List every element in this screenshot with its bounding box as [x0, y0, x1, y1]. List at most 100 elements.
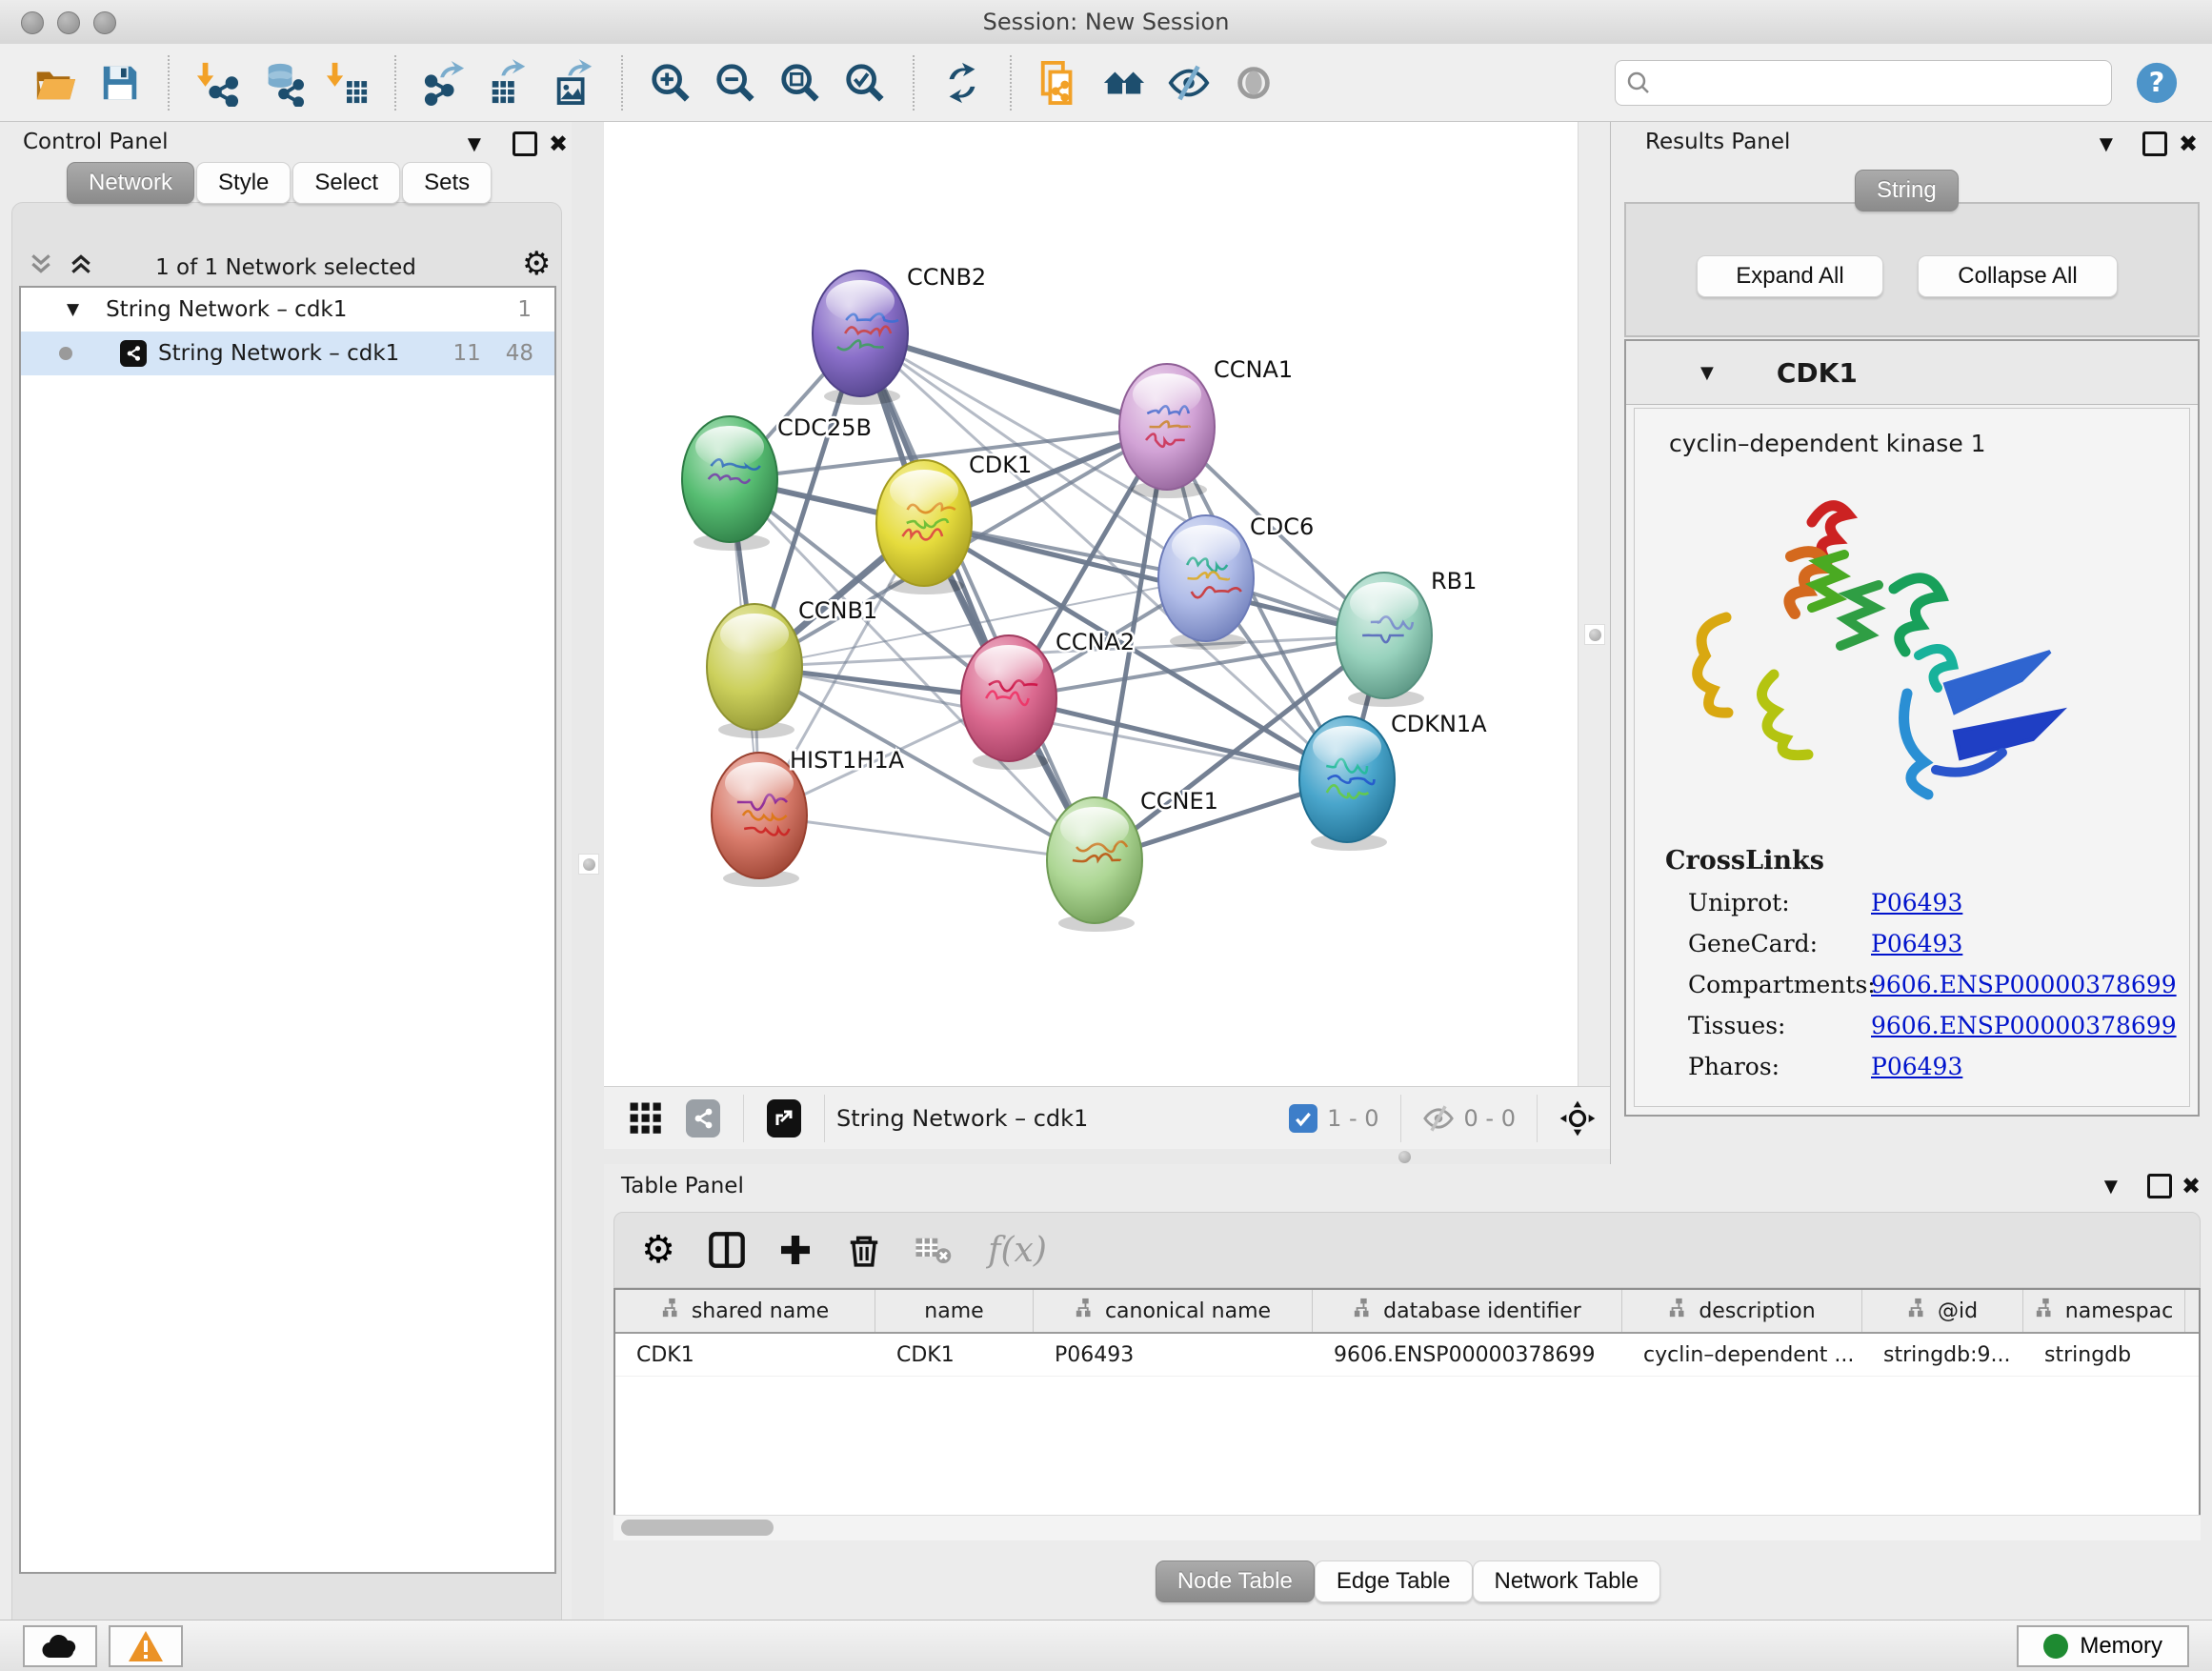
cloud-status-button[interactable] — [23, 1625, 97, 1667]
open-session-button[interactable] — [28, 53, 83, 112]
table-horizontal-scrollbar[interactable] — [613, 1515, 2201, 1540]
table-options-gear-button[interactable]: ⚙ — [632, 1223, 685, 1277]
delete-column-button[interactable] — [837, 1223, 891, 1277]
table-cell[interactable]: stringdb:9... — [1862, 1334, 2023, 1376]
detach-view-button[interactable] — [761, 1096, 807, 1141]
collapse-arrow-icon[interactable]: ▼ — [67, 300, 79, 319]
horizontal-splitter[interactable] — [604, 1149, 1610, 1164]
control-panel-close-button[interactable]: ✖ — [549, 133, 568, 156]
network-node-CCNB2[interactable]: CCNB2 — [813, 264, 986, 405]
collapse-all-button[interactable]: Collapse All — [1918, 255, 2118, 297]
table-cell[interactable]: stringdb — [2023, 1334, 2185, 1376]
crosslink-link[interactable]: P06493 — [1871, 1053, 1962, 1080]
warnings-button[interactable] — [109, 1625, 183, 1667]
network-options-gear-button[interactable]: ⚙ — [522, 248, 551, 280]
splitter-knob[interactable] — [1398, 1151, 1411, 1163]
hide-selection-button[interactable] — [1161, 53, 1217, 112]
tab-style[interactable]: Style — [196, 162, 291, 204]
network-canvas[interactable]: CCNB2CCNA1CDC25BCDK1CDC6RB1CCNB1CCNA2CDK… — [604, 122, 1578, 1086]
tab-node-table[interactable]: Node Table — [1156, 1560, 1315, 1602]
table-panel-float-button[interactable] — [2147, 1174, 2172, 1203]
tab-sets[interactable]: Sets — [402, 162, 492, 204]
network-edge-CCNB2-CCNE1[interactable] — [860, 333, 1095, 860]
table-panel-close-button[interactable]: ✖ — [2182, 1176, 2201, 1198]
column-header-@id[interactable]: @id — [1862, 1290, 2023, 1332]
crosslink-link[interactable]: 9606.ENSP00000378699 — [1871, 1012, 2177, 1039]
zoom-fit-button[interactable] — [773, 53, 828, 112]
results-panel-float-button[interactable] — [2142, 131, 2167, 161]
add-column-button[interactable] — [769, 1223, 822, 1277]
column-header-name[interactable]: name — [875, 1290, 1034, 1332]
tab-string[interactable]: String — [1855, 170, 1959, 211]
tab-edge-table[interactable]: Edge Table — [1315, 1560, 1473, 1602]
network-edge-CCNA2-CDKN1A[interactable] — [1009, 698, 1347, 779]
zoom-in-button[interactable] — [643, 53, 698, 112]
import-network-file-button[interactable] — [190, 53, 245, 112]
tab-select[interactable]: Select — [292, 162, 400, 204]
table-cell[interactable]: CDK1 — [615, 1334, 875, 1376]
network-node-HIST1H1A[interactable]: HIST1H1A — [712, 747, 905, 887]
network-collection-row[interactable]: ▼ String Network – cdk1 1 — [21, 288, 554, 332]
table-cell[interactable]: P06493 — [1034, 1334, 1313, 1376]
collapse-arrow-icon[interactable]: ▼ — [1700, 363, 1714, 383]
scrollbar-thumb[interactable] — [621, 1520, 774, 1536]
column-header-database-identifier[interactable]: database identifier — [1313, 1290, 1622, 1332]
control-panel-menu-button[interactable]: ▼ — [463, 133, 486, 156]
splitter-knob[interactable] — [578, 854, 599, 875]
crosslink-link[interactable]: 9606.ENSP00000378699 — [1871, 971, 2177, 998]
network-node-CDKN1A[interactable]: CDKN1A — [1299, 711, 1487, 851]
apply-function-button[interactable]: f(x) — [975, 1223, 1060, 1277]
import-network-database-button[interactable] — [254, 53, 310, 112]
column-header-canonical-name[interactable]: canonical name — [1034, 1290, 1313, 1332]
search-input[interactable] — [1652, 70, 2101, 96]
table-cell[interactable]: cyclin–dependent ... — [1622, 1334, 1862, 1376]
network-node-RB1[interactable]: RB1 — [1337, 568, 1477, 707]
network-node-CCNA2[interactable]: CCNA2 — [961, 629, 1135, 770]
vertical-splitter[interactable] — [572, 122, 604, 1620]
network-overview-button[interactable] — [680, 1096, 726, 1141]
results-panel-close-button[interactable]: ✖ — [2179, 133, 2198, 156]
network-vertical-scrollbar[interactable] — [1578, 122, 1612, 1086]
column-header-shared-name[interactable]: shared name — [615, 1290, 875, 1332]
fit-crosshair-icon[interactable] — [1558, 1099, 1597, 1137]
table-row[interactable]: CDK1CDK1P064939606.ENSP00000378699cyclin… — [615, 1334, 2199, 1377]
show-graphics-details-button[interactable] — [1226, 53, 1281, 112]
memory-button[interactable]: Memory — [2017, 1625, 2189, 1667]
crosslink-link[interactable]: P06493 — [1871, 930, 1962, 957]
control-panel-float-button[interactable] — [513, 131, 537, 161]
column-header-namespac[interactable]: namespac — [2023, 1290, 2185, 1332]
hidden-eye-icon[interactable] — [1422, 1102, 1455, 1135]
network-node-CCNB1[interactable]: CCNB1 — [707, 597, 877, 738]
tab-network-table[interactable]: Network Table — [1473, 1560, 1661, 1602]
selected-checkbox-icon[interactable] — [1289, 1104, 1317, 1133]
crosslink-link[interactable]: P06493 — [1871, 889, 1962, 916]
table-cell[interactable]: CDK1 — [875, 1334, 1034, 1376]
table-cell[interactable]: 9606.ENSP00000378699 — [1313, 1334, 1622, 1376]
export-table-button[interactable] — [481, 53, 536, 112]
help-button[interactable]: ? — [2129, 53, 2184, 112]
scrollbar-knob[interactable] — [1584, 624, 1605, 645]
network-node-CCNA1[interactable]: CCNA1 — [1119, 356, 1293, 498]
save-session-button[interactable] — [92, 53, 148, 112]
show-columns-button[interactable] — [700, 1223, 754, 1277]
tab-network[interactable]: Network — [67, 162, 194, 204]
string-home-button[interactable] — [1096, 53, 1152, 112]
column-header-description[interactable]: description — [1622, 1290, 1862, 1332]
network-node-CCNE1[interactable]: CCNE1 — [1047, 788, 1218, 932]
expand-all-button[interactable]: Expand All — [1697, 255, 1883, 297]
export-image-button[interactable] — [546, 53, 601, 112]
network-view[interactable]: CCNB2CCNA1CDC25BCDK1CDC6RB1CCNB1CCNA2CDK… — [604, 122, 1578, 1086]
gene-section-header[interactable]: ▼ CDK1 — [1626, 341, 2198, 405]
zoom-out-button[interactable] — [708, 53, 763, 112]
refresh-layout-button[interactable] — [935, 53, 990, 112]
network-edge-HIST1H1A-CCNE1[interactable] — [759, 815, 1095, 860]
table-panel-menu-button[interactable]: ▼ — [2100, 1176, 2122, 1198]
import-table-file-button[interactable] — [319, 53, 374, 112]
delete-table-button[interactable] — [906, 1223, 959, 1277]
zoom-selected-button[interactable] — [837, 53, 893, 112]
birdseye-grid-button[interactable] — [623, 1096, 669, 1141]
export-network-button[interactable] — [416, 53, 472, 112]
results-panel-menu-button[interactable]: ▼ — [2095, 133, 2118, 156]
network-row-selected[interactable]: String Network – cdk1 11 48 — [21, 332, 554, 375]
duplicate-network-button[interactable] — [1032, 53, 1087, 112]
